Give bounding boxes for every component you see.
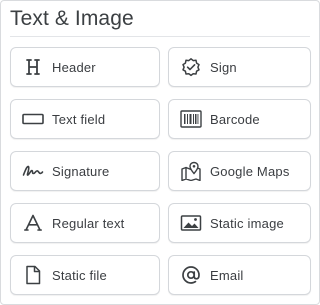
file-icon: [21, 263, 45, 287]
tile-google-maps[interactable]: Google Maps: [168, 151, 311, 191]
tile-signature[interactable]: Signature: [10, 151, 160, 191]
tile-barcode[interactable]: Barcode: [168, 99, 311, 139]
tile-regular-text[interactable]: Regular text: [10, 203, 160, 243]
regular-text-icon: [21, 211, 45, 235]
tile-label: Static file: [52, 267, 107, 283]
tile-label: Email: [210, 267, 244, 283]
at-sign-icon: [179, 263, 203, 287]
title-divider: [10, 36, 310, 37]
tile-label: Signature: [52, 163, 110, 179]
tile-label: Text field: [52, 111, 106, 127]
tile-label: Regular text: [52, 215, 125, 231]
map-pin-icon: [179, 159, 203, 183]
tile-label: Header: [52, 59, 96, 75]
header-icon: [21, 55, 45, 79]
tile-label: Sign: [210, 59, 237, 75]
signature-icon: [21, 159, 45, 183]
text-image-panel: Text & Image Header Sign Text field Barc…: [0, 0, 320, 305]
tile-header[interactable]: Header: [10, 47, 160, 87]
tile-static-image[interactable]: Static image: [168, 203, 311, 243]
tile-label: Barcode: [210, 111, 260, 127]
tile-email[interactable]: Email: [168, 255, 311, 295]
panel-title: Text & Image: [10, 7, 134, 30]
sign-badge-icon: [179, 55, 203, 79]
tile-text-field[interactable]: Text field: [10, 99, 160, 139]
image-icon: [179, 211, 203, 235]
tile-static-file[interactable]: Static file: [10, 255, 160, 295]
text-field-icon: [21, 107, 45, 131]
tile-sign[interactable]: Sign: [168, 47, 311, 87]
tile-label: Static image: [210, 215, 284, 231]
barcode-icon: [179, 107, 203, 131]
element-grid: Header Sign Text field Barcode Signature…: [10, 47, 311, 295]
tile-label: Google Maps: [210, 163, 290, 179]
